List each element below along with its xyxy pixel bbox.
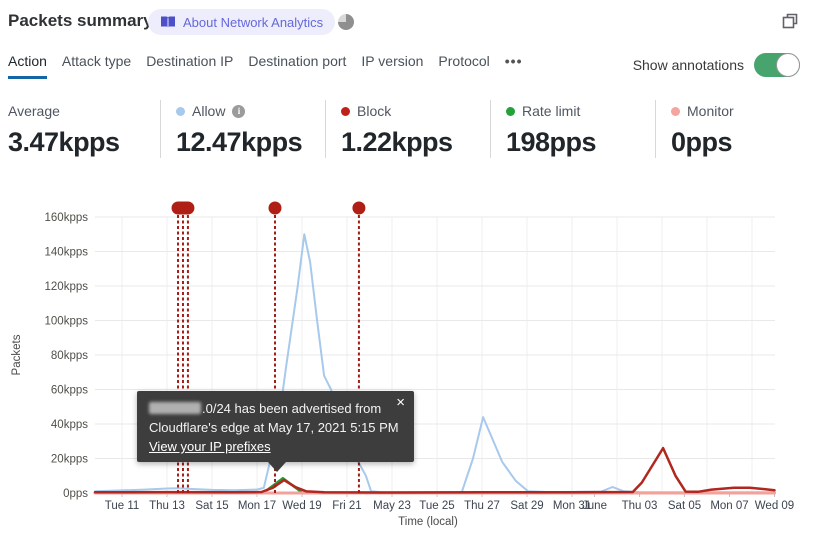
x-axis-tick-label: Tue 11 [105, 500, 140, 512]
x-axis-tick-label: Thu 13 [149, 500, 185, 512]
y-axis-tick-label: 40kpps [51, 419, 88, 431]
x-axis-tick-label: June [582, 500, 607, 512]
tooltip-close-icon[interactable]: × [396, 393, 405, 412]
x-axis-tick-label: Wed 19 [282, 500, 321, 512]
x-axis-tick-label: Fri 21 [332, 500, 361, 512]
x-axis-tick-label: Tue 25 [419, 500, 454, 512]
y-axis-tick-label: 60kpps [51, 385, 88, 397]
y-axis-title: Packets [11, 334, 23, 375]
annotation-dot-cluster[interactable] [171, 201, 195, 215]
x-axis-tick-label: Mon 17 [238, 500, 276, 512]
network-analytics-panel: Packets summary About Network Analytics … [0, 0, 816, 545]
tooltip-line-2: Cloudflare's edge at May 17, 2021 5:15 P… [149, 420, 399, 435]
annotation-dot[interactable] [268, 201, 282, 215]
packets-time-series-chart: 0pps 20kpps 40kpps 60kpps 80kpps 100kpps 120kp… [11, 201, 794, 528]
y-axis-tick-label: 0pps [63, 488, 88, 500]
y-axis-tick-label: 140kpps [45, 247, 89, 259]
y-axis-tick-label: 160kpps [45, 212, 89, 224]
x-axis-tick-label: Sat 15 [195, 500, 228, 512]
y-axis-tick-label: 20kpps [51, 454, 88, 466]
x-axis-title: Time (local) [398, 516, 458, 528]
y-axis-tick-label: 120kpps [45, 281, 89, 293]
x-axis-tick-label: Mon 07 [710, 500, 748, 512]
x-axis-tick-label: Thu 03 [622, 500, 658, 512]
x-axis-tick-label: Sat 29 [510, 500, 543, 512]
y-axis-tick-label: 80kpps [51, 350, 88, 362]
rate-limit-line [93, 476, 776, 495]
tooltip-arrow [268, 462, 286, 472]
x-axis-tick-label: Thu 27 [464, 500, 500, 512]
x-axis-tick-label: Sat 05 [668, 500, 701, 512]
x-axis-tick-label: Wed 09 [755, 500, 794, 512]
annotation-dot[interactable] [352, 201, 366, 215]
x-axis-tick-label: May 23 [373, 500, 411, 512]
y-axis-tick-label: 100kpps [45, 316, 89, 328]
tooltip-line-1: .0/24 has been advertised from [149, 399, 402, 418]
view-ip-prefixes-link[interactable]: View your IP prefixes [149, 439, 271, 454]
redacted-ip-prefix [149, 402, 201, 414]
annotation-tooltip: .0/24 has been advertised from Cloudflar… [137, 391, 414, 472]
